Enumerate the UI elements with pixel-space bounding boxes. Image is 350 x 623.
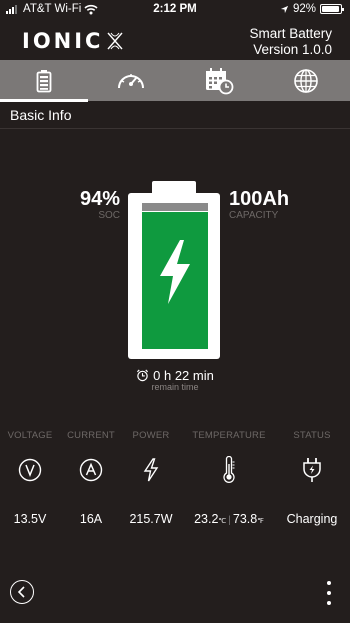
battery-icon xyxy=(320,4,344,14)
metric-temperature: TEMPERATURE 23.2 ℃ | 73.8 ℉ xyxy=(189,430,269,526)
dot xyxy=(327,581,331,585)
globe-icon xyxy=(294,68,319,93)
tab-speedometer[interactable] xyxy=(88,60,176,101)
status-right: 92% xyxy=(280,3,344,15)
speedometer-icon xyxy=(118,73,145,88)
more-menu-button[interactable] xyxy=(326,581,332,605)
capacity-label: CAPACITY xyxy=(229,210,279,221)
battery-percent: 92% xyxy=(292,3,316,15)
location-icon xyxy=(280,5,289,13)
tab-bar xyxy=(0,60,350,102)
tab-calendar[interactable] xyxy=(175,60,263,101)
logo-x-icon xyxy=(107,32,123,50)
temperature-value: 23.2 ℃ | 73.8 ℉ xyxy=(189,512,269,526)
dot xyxy=(327,601,331,605)
logo-text: IONIC xyxy=(22,29,104,53)
metric-power: POWER 215.7W xyxy=(111,430,191,526)
soc-value: 94% xyxy=(79,188,120,210)
power-label: POWER xyxy=(132,430,170,441)
tab-battery[interactable] xyxy=(0,60,88,102)
status-value: Charging xyxy=(286,512,338,526)
battery-icon xyxy=(36,69,52,92)
metric-status: STATUS Charging xyxy=(272,430,350,526)
temperature-label: TEMPERATURE xyxy=(192,430,266,441)
alarm-clock-icon xyxy=(137,369,149,382)
battery-empty-portion xyxy=(142,203,208,211)
temperature-celsius: 23.2 xyxy=(194,512,219,526)
divider xyxy=(0,128,350,129)
temperature-separator: | xyxy=(228,515,231,526)
current-icon xyxy=(79,458,103,482)
calendar-clock-icon xyxy=(205,67,234,94)
app-name: Smart Battery xyxy=(249,26,332,41)
brand-logo: IONIC xyxy=(22,29,125,53)
back-button[interactable] xyxy=(10,580,34,604)
lightning-icon xyxy=(160,240,190,304)
tab-globe[interactable] xyxy=(263,60,350,101)
remain-time-value: 0 h 22 min xyxy=(153,368,214,383)
app-header: IONIC Smart Battery Version 1.0.0 xyxy=(0,20,350,60)
temperature-fahrenheit: 73.8 xyxy=(232,512,258,526)
plug-charging-icon xyxy=(303,458,321,482)
capacity-value: 100Ah xyxy=(229,188,290,210)
voltage-icon xyxy=(18,458,42,482)
lightning-icon xyxy=(143,458,159,482)
dot xyxy=(327,591,331,595)
section-title: Basic Info xyxy=(10,107,72,123)
celsius-unit: ℃ xyxy=(218,518,227,525)
status-bar: AT&T Wi-Fi 2:12 PM 92% xyxy=(0,0,350,20)
soc-label: SOC xyxy=(98,210,120,221)
remain-time-row: 0 h 22 min xyxy=(0,368,350,383)
fahrenheit-unit: ℉ xyxy=(257,518,264,525)
app-title: Smart Battery Version 1.0.0 xyxy=(249,26,332,58)
remain-time-label: remain time xyxy=(151,382,199,392)
chevron-left-icon xyxy=(17,586,25,598)
thermometer-icon xyxy=(223,456,235,483)
app-version: Version 1.0.0 xyxy=(253,42,332,57)
power-value: 215.7W xyxy=(129,512,173,526)
status-label: STATUS xyxy=(293,430,331,441)
